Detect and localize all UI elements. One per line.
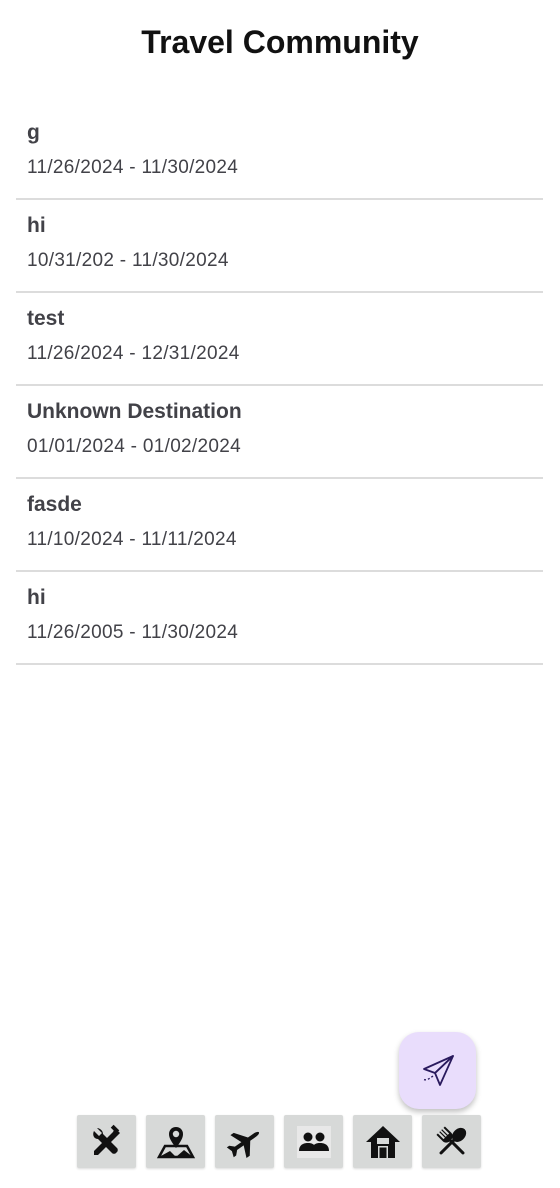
nav-tools-button[interactable] xyxy=(77,1115,136,1168)
trip-dates: 11/26/2024 - 12/31/2024 xyxy=(27,343,240,364)
trip-dates: 11/26/2005 - 11/30/2024 xyxy=(27,622,239,643)
trip-item[interactable]: test 11/26/2024 - 12/31/2024 xyxy=(16,293,543,386)
trip-dates: 01/01/2024 - 01/02/2024 xyxy=(27,436,241,457)
trip-item[interactable]: g 11/26/2024 - 11/30/2024 xyxy=(16,107,543,200)
send-fab-button[interactable] xyxy=(399,1032,476,1109)
people-icon xyxy=(296,1125,331,1158)
trip-name: fasde xyxy=(27,493,82,516)
nav-map-button[interactable] xyxy=(146,1115,205,1168)
fork-spoon-icon xyxy=(435,1125,466,1154)
trip-name: hi xyxy=(27,586,46,609)
nav-food-button[interactable] xyxy=(422,1115,481,1168)
home-icon xyxy=(365,1125,400,1158)
trip-item[interactable]: Unknown Destination 01/01/2024 - 01/02/2… xyxy=(16,386,543,479)
trip-name: Unknown Destination xyxy=(27,400,242,423)
trip-list: g 11/26/2024 - 11/30/2024 hi 10/31/202 -… xyxy=(16,107,543,665)
trip-name: hi xyxy=(27,214,46,237)
tools-icon xyxy=(92,1124,120,1155)
trip-item[interactable]: hi 10/31/202 - 11/30/2024 xyxy=(16,200,543,293)
nav-community-button[interactable] xyxy=(284,1115,343,1168)
trip-dates: 11/10/2024 - 11/11/2024 xyxy=(27,529,237,550)
nav-flights-button[interactable] xyxy=(215,1115,274,1168)
trip-name: test xyxy=(27,307,65,330)
map-pin-icon xyxy=(156,1126,195,1158)
nav-home-button[interactable] xyxy=(353,1115,412,1168)
trip-name: g xyxy=(27,121,40,144)
airplane-icon xyxy=(226,1131,259,1158)
trip-item[interactable]: fasde 11/10/2024 - 11/11/2024 xyxy=(16,479,543,572)
trip-item[interactable]: hi 11/26/2005 - 11/30/2024 xyxy=(16,572,543,665)
paper-plane-icon xyxy=(422,1054,454,1086)
page-title: Travel Community xyxy=(141,24,419,60)
bottom-nav xyxy=(77,1115,481,1168)
trip-dates: 10/31/202 - 11/30/2024 xyxy=(27,250,229,271)
trip-dates: 11/26/2024 - 11/30/2024 xyxy=(27,157,239,178)
